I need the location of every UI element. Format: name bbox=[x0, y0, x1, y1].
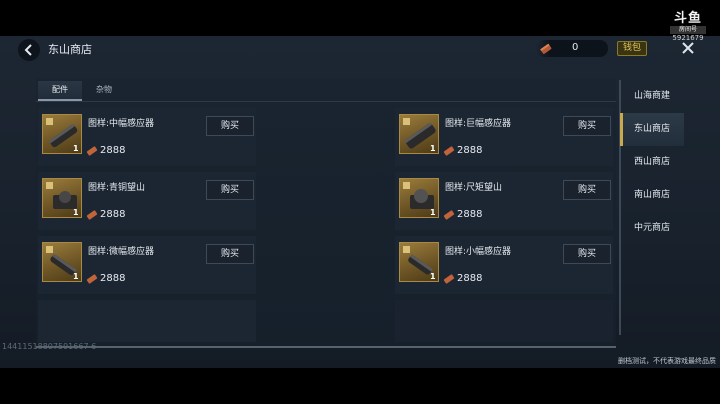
item-name: 图样:微幅感应器 bbox=[88, 247, 155, 257]
stream-watermark: 斗鱼 房间号 5921679 bbox=[666, 12, 710, 43]
user-id: 14411518807591667 6 bbox=[2, 342, 97, 351]
tab-misc[interactable]: 杂物 bbox=[82, 81, 126, 101]
buy-button[interactable]: 购买 bbox=[563, 180, 611, 200]
page-title: 东山商店 bbox=[48, 43, 92, 56]
category-tabs: 配件 杂物 bbox=[38, 81, 126, 101]
copper-ingot-icon bbox=[443, 146, 455, 156]
item-price: 2888 bbox=[457, 209, 483, 220]
copper-ingot-icon bbox=[443, 274, 455, 284]
shop-item-xishan[interactable]: 西山商店 bbox=[620, 146, 684, 179]
item-count: 1 bbox=[430, 144, 436, 153]
copper-ingot-icon bbox=[540, 43, 552, 54]
item-name: 图样:青铜望山 bbox=[88, 183, 146, 193]
shop-screen: 东山商店 0 钱包 配件 杂物 1 图样:中幅感应器 2888 购买 1 图样:… bbox=[0, 36, 720, 368]
item-thumbnail: 1 bbox=[399, 178, 439, 218]
test-disclaimer: 删档测试，不代表游戏最终品质 bbox=[618, 357, 716, 365]
item-card: 1 图样:小幅感应器 2888 购买 bbox=[395, 236, 613, 294]
buy-button[interactable]: 购买 bbox=[563, 244, 611, 264]
currency-display: 0 bbox=[536, 40, 608, 57]
item-card: 1 图样:中幅感应器 2888 购买 bbox=[38, 108, 256, 166]
chevron-left-icon bbox=[24, 44, 32, 56]
item-name: 图样:巨幅感应器 bbox=[445, 119, 512, 129]
watermark-sub: 房间号 bbox=[670, 26, 706, 34]
watermark-room: 5921679 bbox=[672, 34, 704, 42]
item-card: 1 图样:微幅感应器 2888 购买 bbox=[38, 236, 256, 294]
item-count: 1 bbox=[430, 208, 436, 217]
tab-parts[interactable]: 配件 bbox=[38, 81, 82, 101]
item-name: 图样:中幅感应器 bbox=[88, 119, 155, 129]
item-count: 1 bbox=[430, 272, 436, 281]
item-count: 1 bbox=[73, 208, 79, 217]
item-card: 1 图样:巨幅感应器 2888 购买 bbox=[395, 108, 613, 166]
item-thumbnail: 1 bbox=[42, 242, 82, 282]
item-price: 2888 bbox=[100, 209, 126, 220]
item-thumbnail: 1 bbox=[42, 178, 82, 218]
item-thumbnail: 1 bbox=[399, 242, 439, 282]
buy-button[interactable]: 购买 bbox=[206, 116, 254, 136]
buy-button[interactable]: 购买 bbox=[206, 244, 254, 264]
shop-list: 山海商建 东山商店 西山商店 南山商店 中元商店 bbox=[620, 80, 684, 245]
wallet-button[interactable]: 钱包 bbox=[617, 41, 647, 56]
watermark-logo: 斗鱼 bbox=[673, 11, 702, 26]
item-count: 1 bbox=[73, 272, 79, 281]
buy-button[interactable]: 购买 bbox=[206, 180, 254, 200]
item-price: 2888 bbox=[100, 273, 126, 284]
shop-item-nanshan[interactable]: 南山商店 bbox=[620, 179, 684, 212]
item-count: 1 bbox=[73, 144, 79, 153]
item-thumbnail: 1 bbox=[42, 114, 82, 154]
item-card: 1 图样:青铜望山 2888 购买 bbox=[38, 172, 256, 230]
item-name: 图样:小幅感应器 bbox=[445, 247, 512, 257]
shop-item-shanhai[interactable]: 山海商建 bbox=[620, 80, 684, 113]
item-name: 图样:尺矩望山 bbox=[445, 183, 503, 193]
back-button[interactable] bbox=[18, 39, 40, 61]
shop-item-zhongyuan[interactable]: 中元商店 bbox=[620, 212, 684, 245]
item-price: 2888 bbox=[457, 273, 483, 284]
tabs-divider bbox=[36, 101, 616, 102]
header-bar: 东山商店 0 钱包 bbox=[0, 36, 720, 61]
item-card: 1 图样:尺矩望山 2888 购买 bbox=[395, 172, 613, 230]
buy-button[interactable]: 购买 bbox=[563, 116, 611, 136]
item-panel: 配件 杂物 1 图样:中幅感应器 2888 购买 1 图样:巨幅感应器 2888… bbox=[36, 78, 616, 348]
panel-bottom-divider bbox=[36, 346, 616, 348]
copper-ingot-icon bbox=[86, 146, 98, 156]
item-card-partial bbox=[395, 300, 613, 342]
copper-ingot-icon bbox=[86, 274, 98, 284]
copper-ingot-icon bbox=[86, 210, 98, 220]
item-thumbnail: 1 bbox=[399, 114, 439, 154]
item-card-partial bbox=[38, 300, 256, 342]
item-price: 2888 bbox=[100, 145, 126, 156]
currency-value: 0 bbox=[572, 42, 579, 53]
shop-item-dongshan[interactable]: 东山商店 bbox=[620, 113, 684, 146]
item-price: 2888 bbox=[457, 145, 483, 156]
copper-ingot-icon bbox=[443, 210, 455, 220]
